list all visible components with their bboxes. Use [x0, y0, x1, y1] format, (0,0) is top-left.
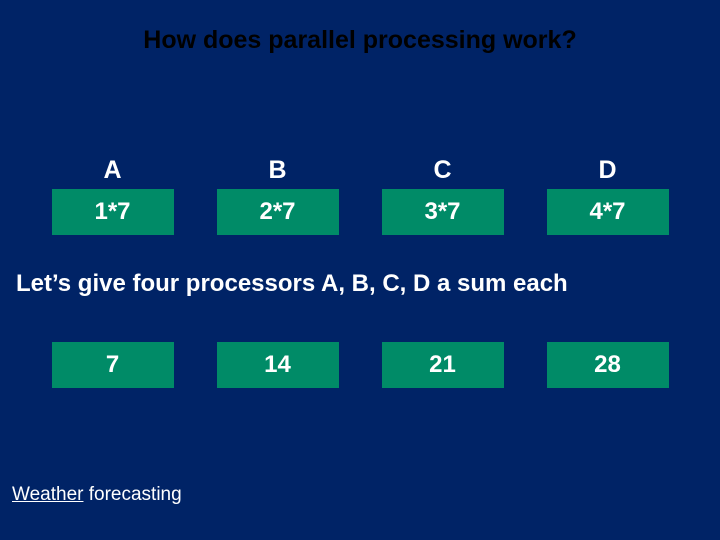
processor-label: C: [433, 156, 451, 185]
results-row: 7 14 21 28: [0, 342, 720, 388]
result-col: 28: [525, 342, 690, 388]
processor-label: D: [598, 156, 616, 185]
slide-title: How does parallel processing work?: [0, 0, 720, 55]
processor-col: C 3*7: [360, 156, 525, 235]
expression-box: 1*7: [52, 189, 174, 235]
caption-text: Let’s give four processors A, B, C, D a …: [0, 270, 720, 298]
result-box: 28: [547, 342, 669, 388]
processor-row: A 1*7 B 2*7 C 3*7 D 4*7: [0, 156, 720, 235]
footer-link-underlined: Weather: [12, 484, 83, 505]
result-box: 7: [52, 342, 174, 388]
result-box: 21: [382, 342, 504, 388]
result-col: 7: [30, 342, 195, 388]
result-col: 14: [195, 342, 360, 388]
result-col: 21: [360, 342, 525, 388]
footer-link-rest: forecasting: [83, 484, 181, 505]
result-box: 14: [217, 342, 339, 388]
expression-box: 4*7: [547, 189, 669, 235]
processor-col: A 1*7: [30, 156, 195, 235]
expression-box: 2*7: [217, 189, 339, 235]
processor-col: D 4*7: [525, 156, 690, 235]
processor-label: B: [268, 156, 286, 185]
processor-label: A: [103, 156, 121, 185]
expression-box: 3*7: [382, 189, 504, 235]
processor-col: B 2*7: [195, 156, 360, 235]
footer-link[interactable]: Weather forecasting: [12, 484, 182, 506]
